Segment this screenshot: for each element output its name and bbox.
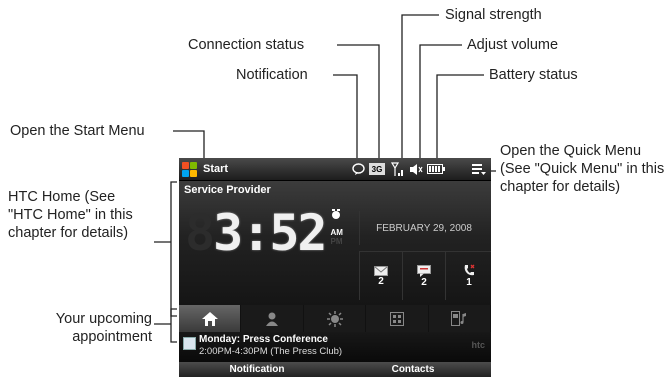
callout-signal-strength: Signal strength <box>445 7 542 23</box>
date-display: FEBRUARY 29, 2008 <box>359 211 488 245</box>
tab-settings[interactable] <box>366 305 429 332</box>
htc-home-panel: Service Provider 8 3:52 AM PM FEBRUARY 2… <box>179 181 491 305</box>
contacts-softkey[interactable]: Contacts <box>335 362 491 377</box>
tab-music[interactable] <box>429 305 491 332</box>
tab-home[interactable] <box>179 305 242 332</box>
title-bar: Start 3G <box>179 158 491 181</box>
alarm-icon <box>331 209 340 219</box>
notification-softkey[interactable]: Notification <box>179 362 335 377</box>
home-icon <box>201 311 218 326</box>
callout-open-start-menu: Open the Start Menu <box>10 123 145 139</box>
callout-battery-status: Battery status <box>489 67 578 83</box>
notification-icon[interactable] <box>351 161 365 177</box>
windows-logo-icon <box>181 161 198 178</box>
start-label: Start <box>203 163 229 175</box>
quick-menu-icon[interactable] <box>471 161 487 177</box>
voicemail-icon <box>417 264 431 277</box>
messages-count: 2 <box>378 275 384 287</box>
notes-counter[interactable]: 2 <box>402 251 445 300</box>
am-label: AM <box>330 228 343 237</box>
callout-open-quick-menu: Open the Quick Menu (See "Quick Menu" in… <box>500 143 665 195</box>
callout-notification: Notification <box>236 67 308 83</box>
clock-ghost-digit: 8 <box>185 204 215 262</box>
battery-icon[interactable] <box>427 161 445 177</box>
clock: 8 3:52 AM PM <box>185 205 343 261</box>
notes-count: 2 <box>421 276 427 288</box>
clock-digits: 3:52 <box>213 204 327 262</box>
softkey-bar: Notification Contacts <box>179 362 491 377</box>
calls-count: 1 <box>466 277 472 288</box>
home-tab-bar <box>179 305 491 332</box>
weather-icon <box>326 310 343 327</box>
appointment-time: 2:00PM-4:30PM (The Press Club) <box>199 346 343 357</box>
upcoming-appointment[interactable]: Monday: Press Conference 2:00PM-4:30PM (… <box>179 332 491 362</box>
pm-label: PM <box>330 237 343 246</box>
connection-3g-icon[interactable]: 3G <box>369 163 385 175</box>
missed-call-icon <box>464 264 475 276</box>
calls-counter[interactable]: 1 <box>445 251 491 300</box>
tab-people[interactable] <box>241 305 304 332</box>
messages-counter[interactable]: 2 <box>359 251 402 300</box>
music-icon <box>451 311 467 326</box>
appointment-title: Monday: Press Conference <box>199 334 328 345</box>
service-provider: Service Provider <box>184 184 271 196</box>
callout-adjust-volume: Adjust volume <box>467 37 559 53</box>
signal-strength-icon[interactable] <box>391 161 405 177</box>
callout-connection-status: Connection status <box>188 37 305 53</box>
phone-screen: Start 3G Service Provider 8 3:52 AM PM F… <box>179 158 491 377</box>
settings-icon <box>389 311 404 326</box>
volume-icon[interactable] <box>409 161 423 177</box>
start-button[interactable]: Start <box>181 160 228 178</box>
envelope-icon <box>374 265 388 276</box>
callout-upcoming-appointment: Your upcoming appointment <box>55 311 152 345</box>
person-icon <box>266 312 279 326</box>
calendar-icon <box>183 337 196 350</box>
callout-htc-home: HTC Home (See "HTC Home" in this chapter… <box>8 189 133 241</box>
tab-weather[interactable] <box>304 305 367 332</box>
htc-logo: htc <box>471 340 486 350</box>
